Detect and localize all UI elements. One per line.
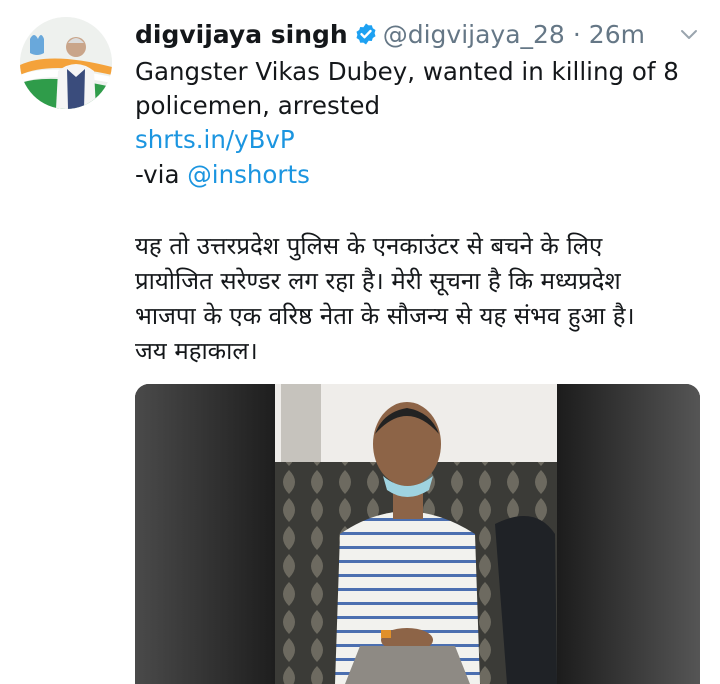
tweet-hindi-line-4: जय महाकाल।	[135, 337, 258, 365]
timestamp[interactable]: 26m	[589, 20, 645, 49]
verified-badge-icon	[354, 22, 378, 46]
tweet-media-image[interactable]	[135, 384, 700, 684]
tweet-link[interactable]: shrts.in/yBvP	[135, 123, 295, 157]
tweet-header: digvijaya singh @digvijaya_28 · 26m	[135, 14, 700, 54]
display-name[interactable]: digvijaya singh	[135, 20, 348, 49]
arrest-photo	[135, 384, 700, 684]
tweet-hindi-line-2: प्रायोजित सरेण्डर लग रहा है। मेरी सूचना …	[135, 267, 621, 295]
via-handle-link[interactable]: @inshorts	[187, 160, 310, 189]
via-prefix: -via	[135, 160, 188, 189]
separator-dot: ·	[572, 19, 581, 49]
tweet-text-line-1: Gangster Vikas Dubey, wanted in killing …	[135, 57, 679, 86]
avatar[interactable]	[20, 17, 112, 109]
chevron-down-icon[interactable]	[678, 23, 700, 45]
tweet-hindi-line-1: यह तो उत्तरप्रदेश पुलिस के एनकाउंटर से ब…	[135, 232, 603, 260]
tweet-text-line-2: policemen, arrested	[135, 91, 380, 120]
tweet-hindi-line-3: भाजपा के एक वरिष्ठ नेता के सौजन्य से यह …	[135, 302, 635, 330]
handle[interactable]: @digvijaya_28	[383, 20, 565, 49]
via-line: -via @inshorts	[135, 158, 310, 192]
profile-photo	[20, 17, 112, 109]
